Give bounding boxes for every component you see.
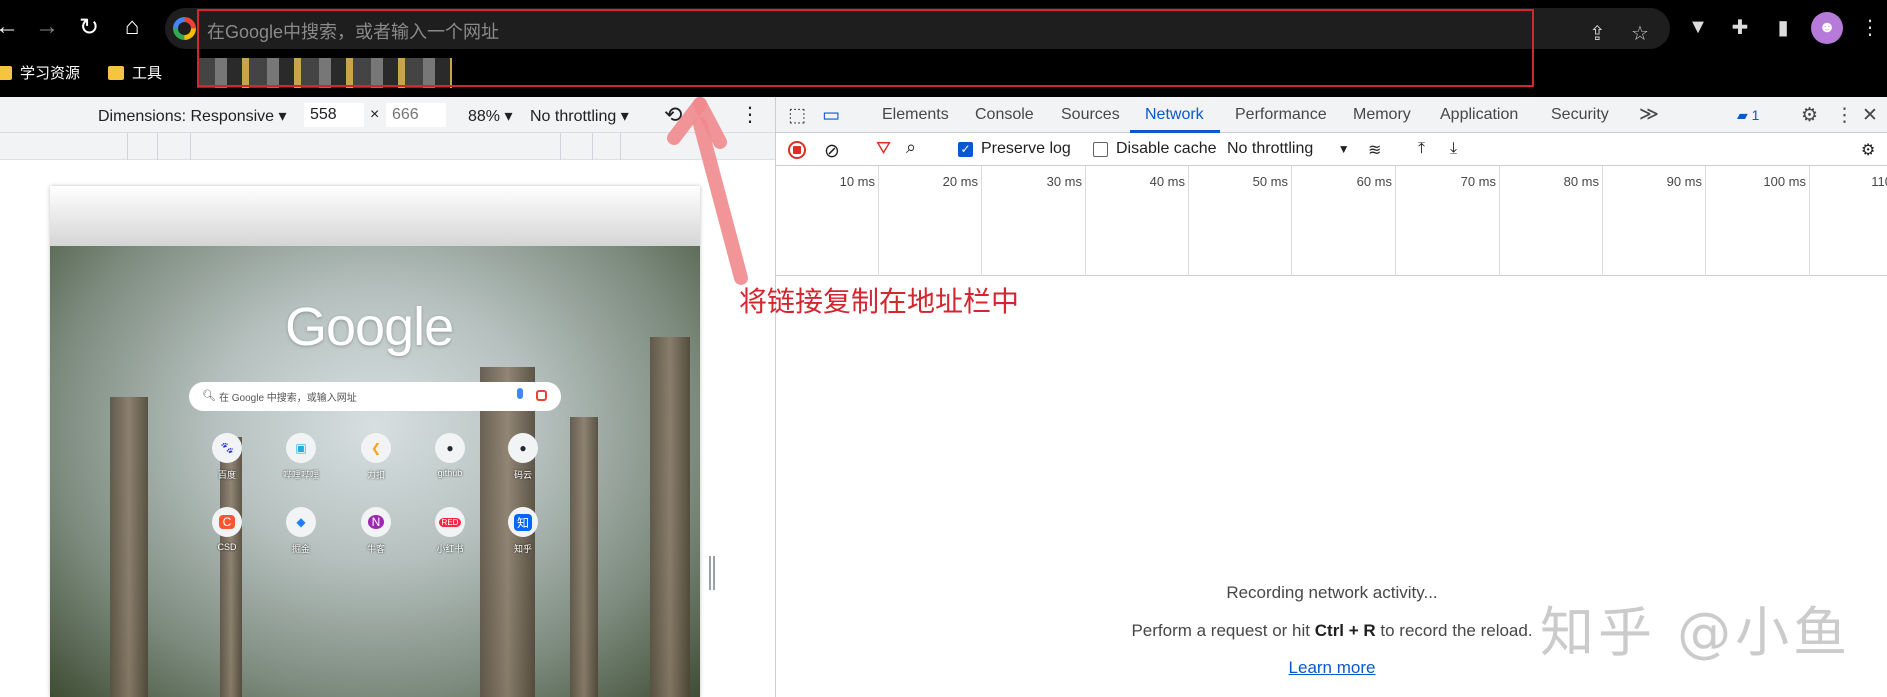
watermark: 知乎 @小鱼 (1540, 601, 1852, 664)
annotation-text: 将链接复制在地址栏中 (739, 286, 1020, 317)
